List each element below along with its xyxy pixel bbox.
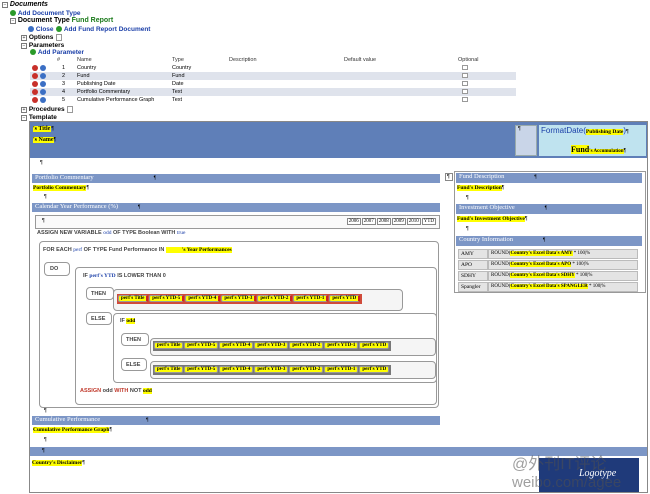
- for-each-header: FOR EACH perf OF TYPE Fund Performance I…: [43, 247, 232, 253]
- investment-objective-field[interactable]: Fund's Investment Objective¶: [457, 216, 528, 222]
- optional-checkbox[interactable]: [462, 97, 468, 103]
- assign-odd-stmt[interactable]: ASSIGN odd WITH NOT odd: [80, 388, 152, 394]
- portfolio-commentary-field[interactable]: Portfolio Commentary¶: [33, 185, 89, 191]
- template-node[interactable]: − Template: [21, 114, 57, 121]
- add-icon: [30, 49, 36, 56]
- table-row[interactable]: Spangler ROUND(Country's Excel Data's SP…: [458, 282, 638, 292]
- delete-icon[interactable]: [32, 64, 38, 71]
- fund-accumulation[interactable]: Fund's Accumulation¶: [571, 145, 626, 154]
- options-toggle[interactable]: [56, 34, 63, 41]
- options-node[interactable]: + Options: [21, 34, 63, 42]
- delete-icon[interactable]: [32, 80, 38, 87]
- investment-objective-header: Investment Objective ¶: [456, 204, 642, 214]
- if-odd-condition: IF odd: [120, 318, 136, 324]
- fund-description-header: Fund Description ¶: [456, 173, 642, 183]
- add-fund-report-document-link[interactable]: Add Fund Report Document: [56, 26, 150, 33]
- pilcrow: ¶: [40, 160, 43, 166]
- collapse-icon[interactable]: −: [21, 43, 27, 49]
- optional-checkbox[interactable]: [462, 65, 468, 71]
- format-date-expr[interactable]: FormatDate(Publishing Date)¶: [541, 126, 629, 135]
- close-link[interactable]: Close: [28, 26, 54, 33]
- collapse-icon[interactable]: −: [10, 18, 16, 24]
- country-info-table: AMY ROUND(Country's Excel Data's AMY * 1…: [458, 249, 638, 293]
- country-disclaimer-field[interactable]: Country's Disclaimer¶: [32, 460, 85, 466]
- watermark-line1: @外刊IT评论: [512, 456, 607, 473]
- collapse-icon[interactable]: −: [2, 2, 8, 8]
- name-chip[interactable]: 's Name¶: [33, 137, 56, 146]
- delete-icon[interactable]: [32, 96, 38, 103]
- then-odd-perf-row[interactable]: perf's Title perf's YTD-5 perf's YTD-4 perf…: [153, 341, 392, 351]
- title-chip[interactable]: 's Title¶: [33, 126, 54, 135]
- table-row[interactable]: APO ROUND(Country's Excel Data's APO * 1…: [458, 260, 638, 270]
- if-condition: IF perf's YTD IS LOWER THAN 0: [83, 273, 166, 279]
- add-parameter-link[interactable]: Add Parameter: [30, 49, 84, 56]
- table-row[interactable]: 5 Cumulative Performance Graph Text: [30, 96, 516, 104]
- calendar-year-header: Calendar Year Performance (%) ¶: [32, 203, 440, 212]
- expand-icon[interactable]: +: [21, 35, 27, 42]
- assign-new-variable-stmt[interactable]: ASSIGN NEW VARIABLE odd OF TYPE Boolean …: [37, 230, 185, 236]
- table-row[interactable]: SDHY ROUND(Country's Excel Data's SDHY *…: [458, 271, 638, 281]
- delete-icon[interactable]: [32, 88, 38, 95]
- optional-checkbox[interactable]: [462, 81, 468, 87]
- logo-slot: ¶: [515, 125, 537, 156]
- parameters-table-header: # Name Type Description Default value Op…: [56, 57, 479, 63]
- table-row[interactable]: 3 Publishing Date Date: [30, 80, 516, 88]
- edit-icon[interactable]: [39, 88, 46, 95]
- else-label: ELSE: [86, 312, 112, 325]
- add-icon: [10, 10, 16, 17]
- column-separator-marker: ¶: [445, 173, 453, 181]
- then-odd-label: THEN: [121, 333, 149, 346]
- country-information-header: Country Information ¶: [456, 236, 642, 246]
- then-label: THEN: [86, 287, 114, 300]
- procedures-toggle[interactable]: [67, 106, 74, 113]
- collapse-icon[interactable]: −: [21, 115, 27, 121]
- else-odd-label: ELSE: [121, 358, 147, 371]
- table-row[interactable]: 4 Portfolio Commentary Text: [30, 88, 516, 96]
- parameters-table-body: 1 Country Country 2 Fund Fund 3 Publishi…: [30, 64, 516, 104]
- documents-title: Documents: [9, 1, 48, 8]
- edit-icon[interactable]: [39, 64, 46, 71]
- table-row[interactable]: AMY ROUND(Country's Excel Data's AMY * 1…: [458, 249, 638, 259]
- optional-checkbox[interactable]: [462, 89, 468, 95]
- do-label: DO: [44, 262, 70, 276]
- cumulative-performance-field[interactable]: Cumulative Performance Graph¶: [33, 427, 112, 433]
- close-icon: [28, 26, 34, 33]
- table-row[interactable]: 2 Fund Fund: [30, 72, 516, 80]
- delete-icon[interactable]: [32, 72, 38, 79]
- procedures-node[interactable]: + Procedures: [21, 106, 74, 114]
- watermark: @外刊IT评论 weibo.com/agee: [512, 450, 621, 491]
- fund-description-field[interactable]: Fund's Description¶: [457, 185, 504, 191]
- parameters-node[interactable]: − Parameters: [21, 42, 64, 49]
- add-document-type-link[interactable]: Add Document Type: [10, 10, 81, 17]
- document-type-node[interactable]: − Document Type Fund Report: [10, 17, 113, 24]
- edit-icon[interactable]: [39, 96, 46, 103]
- optional-checkbox[interactable]: [462, 73, 468, 79]
- cumulative-performance-header: Cumulative Performance ¶: [32, 416, 440, 425]
- table-row[interactable]: 1 Country Country: [30, 64, 516, 72]
- then-perf-row[interactable]: perf's Title perf's YTD-5 perf's YTD-4 perf…: [117, 294, 363, 304]
- else-odd-perf-row[interactable]: perf's Title perf's YTD-5 perf's YTD-4 perf…: [153, 365, 392, 375]
- perf-title-chip: perf's Title: [118, 295, 149, 302]
- expand-icon[interactable]: +: [21, 107, 27, 114]
- edit-icon[interactable]: [39, 80, 46, 87]
- year-header-row: ¶ 2006 2007 2008 2009 2010 YTD: [35, 215, 440, 229]
- add-icon: [56, 26, 62, 33]
- edit-icon[interactable]: [39, 72, 46, 79]
- documents-root[interactable]: − Documents: [2, 1, 48, 8]
- portfolio-commentary-header: Portfolio Commentary ¶: [32, 174, 440, 183]
- watermark-line2: weibo.com/agee: [512, 474, 622, 491]
